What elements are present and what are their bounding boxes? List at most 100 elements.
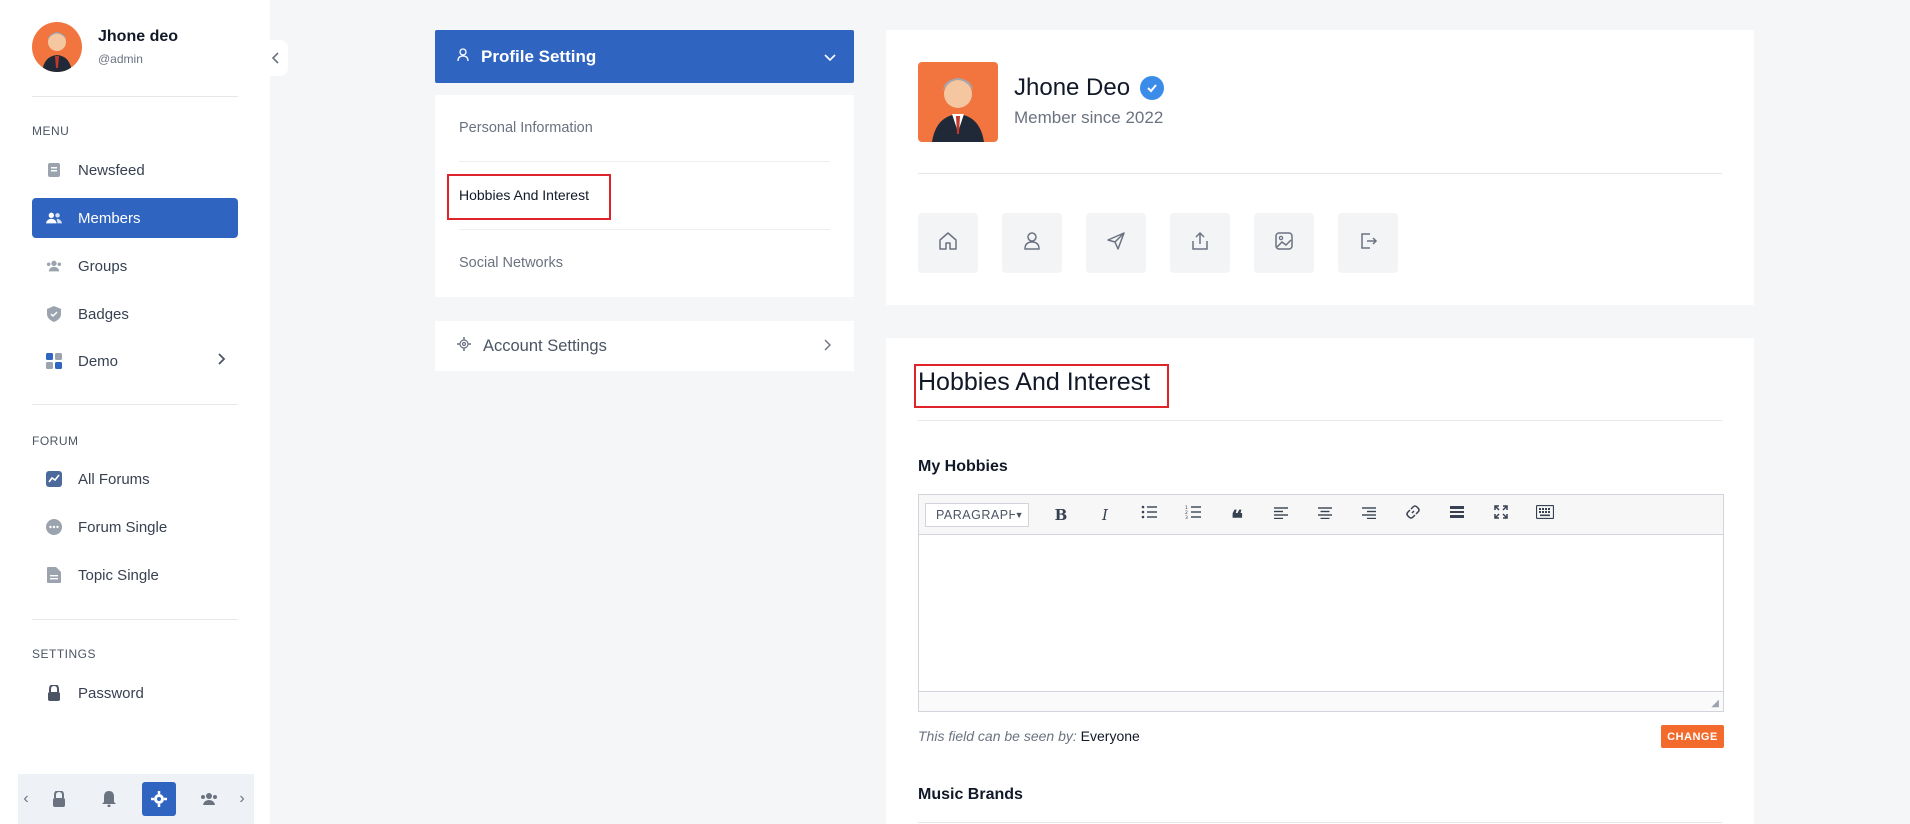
user-handle: @admin xyxy=(98,52,143,66)
link-button[interactable] xyxy=(1391,500,1435,530)
quote-button[interactable]: ❝ xyxy=(1215,500,1259,530)
align-right-button[interactable] xyxy=(1347,500,1391,530)
bottom-toolbar: ‹ › xyxy=(18,774,254,824)
sidebar-item-label: Members xyxy=(78,209,141,227)
bold-button[interactable]: B xyxy=(1039,500,1083,530)
badges-icon xyxy=(46,306,62,322)
svg-text:3: 3 xyxy=(1185,515,1188,519)
settings-item-personal-information[interactable]: Personal Information xyxy=(459,120,593,136)
sidebar-item-groups[interactable]: Groups xyxy=(32,246,238,286)
sidebar-item-label: Badges xyxy=(78,305,129,323)
paragraph-select[interactable]: PARAGRAPH ▼ xyxy=(925,502,1029,527)
logout-button[interactable] xyxy=(1338,213,1398,273)
change-visibility-button[interactable]: CHANGE xyxy=(1661,725,1724,748)
user-profile[interactable]: Jhone deo @admin xyxy=(32,22,178,72)
settings-item-social-networks[interactable]: Social Networks xyxy=(459,255,563,271)
profile-card: Jhone Deo Member since 2022 xyxy=(886,30,1754,305)
field-visibility-note: This field can be seen by: Everyone xyxy=(918,728,1140,744)
sidebar-item-badges[interactable]: Badges xyxy=(32,294,238,334)
align-center-icon xyxy=(1318,506,1332,524)
sidebar-item-label: All Forums xyxy=(78,470,150,488)
align-center-button[interactable] xyxy=(1303,500,1347,530)
menu-section-label: MENU xyxy=(32,124,70,138)
sidebar-item-newsfeed[interactable]: Newsfeed xyxy=(32,150,238,190)
editor-statusbar: ◢ xyxy=(919,691,1723,711)
hobbies-editor[interactable]: PARAGRAPH ▼ B I 123 ❝ ◢ xyxy=(918,494,1724,712)
divider xyxy=(459,229,830,230)
sidebar-item-topic-single[interactable]: Topic Single xyxy=(32,555,238,595)
chevron-right-icon[interactable]: › xyxy=(234,790,250,808)
sidebar-collapse-toggle[interactable] xyxy=(262,40,288,76)
image-icon xyxy=(1274,231,1294,256)
verified-badge-icon xyxy=(1140,76,1165,100)
italic-button[interactable]: I xyxy=(1083,500,1127,530)
image-button[interactable] xyxy=(1254,213,1314,273)
profile-avatar xyxy=(918,62,998,142)
quote-icon: ❝ xyxy=(1231,505,1243,532)
visibility-value: Everyone xyxy=(1080,728,1140,744)
sidebar-item-demo[interactable]: Demo xyxy=(32,341,238,381)
gear-icon xyxy=(457,336,471,356)
home-button[interactable] xyxy=(918,213,978,273)
chat-icon xyxy=(46,519,62,535)
sidebar-item-label: Newsfeed xyxy=(78,161,145,179)
sidebar-item-forum-single[interactable]: Forum Single xyxy=(32,507,238,547)
horizontal-rule-button[interactable] xyxy=(1435,500,1479,530)
account-settings-header[interactable]: Account Settings xyxy=(435,321,854,371)
chevron-right-icon xyxy=(218,352,226,370)
fullscreen-icon xyxy=(1494,505,1508,524)
sidebar-item-label: Demo xyxy=(78,352,119,370)
sidebar-item-password[interactable]: Password xyxy=(32,673,238,713)
divider xyxy=(32,96,238,97)
send-icon xyxy=(1106,231,1126,256)
profile-name-text: Jhone Deo xyxy=(1014,74,1131,101)
sidebar-item-label: Topic Single xyxy=(78,566,159,584)
forums-icon xyxy=(46,471,62,487)
profile-button[interactable] xyxy=(1002,213,1062,273)
my-hobbies-label: My Hobbies xyxy=(918,458,1008,475)
bullet-list-icon xyxy=(1141,505,1157,524)
resize-handle-icon[interactable]: ◢ xyxy=(1711,698,1719,709)
profile-setting-label: Profile Setting xyxy=(481,46,597,66)
share-button[interactable] xyxy=(1170,213,1230,273)
forum-section-label: FORUM xyxy=(32,434,79,448)
user-icon xyxy=(457,47,469,67)
sidebar-item-label: Password xyxy=(78,684,144,702)
sidebar: Jhone deo @admin MENU Newsfeed Members G… xyxy=(0,0,270,824)
chevron-down-icon xyxy=(824,49,836,65)
music-brands-label: Music Brands xyxy=(918,786,1023,803)
sidebar-item-label: Groups xyxy=(78,257,128,275)
hobbies-card: Hobbies And Interest My Hobbies PARAGRAP… xyxy=(886,338,1754,824)
divider xyxy=(918,173,1722,174)
divider xyxy=(918,822,1722,823)
sidebar-item-members[interactable]: Members xyxy=(32,198,238,238)
highlight-box xyxy=(914,364,1169,408)
member-since: Member since 2022 xyxy=(1014,108,1164,127)
users-icon[interactable] xyxy=(184,781,234,817)
editor-toolbar: PARAGRAPH ▼ B I 123 ❝ xyxy=(919,495,1723,535)
keyboard-button[interactable] xyxy=(1523,500,1567,530)
share-icon xyxy=(1190,231,1210,256)
account-settings-label: Account Settings xyxy=(483,336,607,355)
visibility-prefix: This field can be seen by: xyxy=(918,728,1077,744)
settings-icon[interactable] xyxy=(142,782,176,816)
members-icon xyxy=(46,210,62,226)
sidebar-item-label: Forum Single xyxy=(78,518,168,536)
italic-icon: I xyxy=(1102,505,1108,524)
align-left-button[interactable] xyxy=(1259,500,1303,530)
paragraph-select-value: PARAGRAPH xyxy=(936,507,1019,522)
fullscreen-button[interactable] xyxy=(1479,500,1523,530)
profile-setting-header[interactable]: Profile Setting xyxy=(435,30,854,83)
send-button[interactable] xyxy=(1086,213,1146,273)
divider xyxy=(32,619,238,620)
home-icon xyxy=(938,231,958,256)
ordered-list-button[interactable]: 123 xyxy=(1171,500,1215,530)
chevron-left-icon[interactable]: ‹ xyxy=(18,790,34,808)
sidebar-item-all-forums[interactable]: All Forums xyxy=(32,459,238,499)
bell-icon[interactable] xyxy=(84,781,134,817)
user-name: Jhone deo xyxy=(98,28,179,45)
lock-icon[interactable] xyxy=(34,781,84,817)
lock-icon xyxy=(46,685,62,701)
bullet-list-button[interactable] xyxy=(1127,500,1171,530)
editor-text-area[interactable] xyxy=(919,535,1723,691)
